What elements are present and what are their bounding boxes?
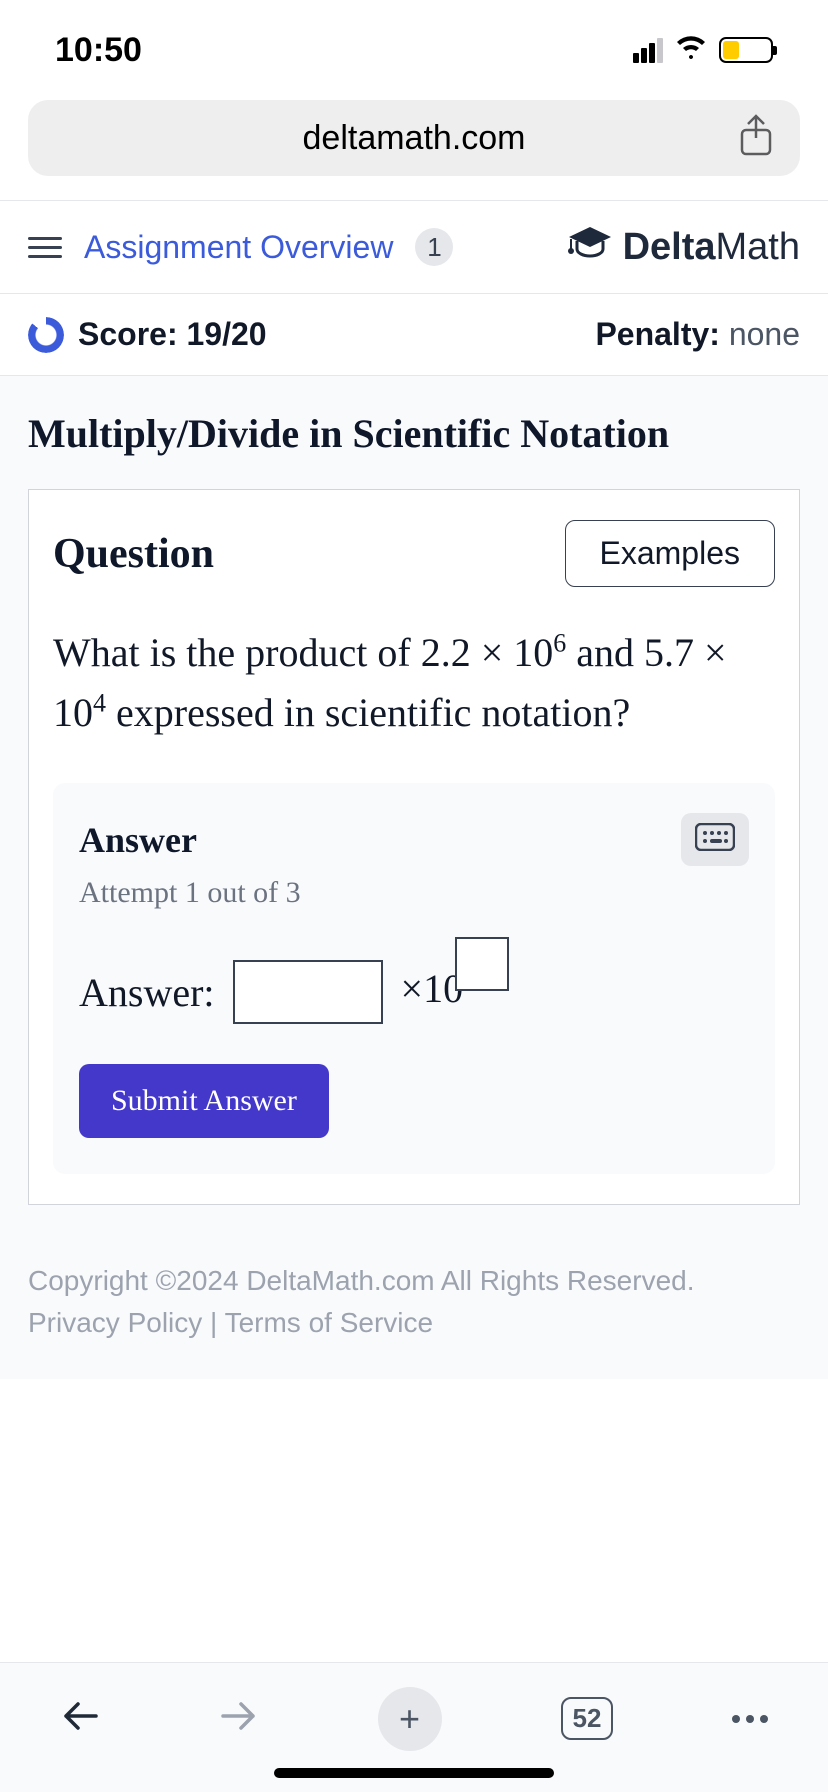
loading-spinner-icon bbox=[28, 317, 64, 353]
answer-label: Answer: bbox=[79, 969, 215, 1016]
back-button[interactable] bbox=[60, 1698, 100, 1739]
q-exp-1: 6 bbox=[553, 629, 566, 658]
coefficient-input[interactable] bbox=[233, 960, 383, 1024]
copyright-text: Copyright ©2024 DeltaMath.com All Rights… bbox=[28, 1265, 800, 1297]
examples-button[interactable]: Examples bbox=[565, 520, 776, 587]
footer: Copyright ©2024 DeltaMath.com All Rights… bbox=[0, 1205, 828, 1379]
exponent-input[interactable] bbox=[455, 937, 509, 991]
answer-box: Answer Attempt 1 out of 3 Answer: ×10 Su… bbox=[53, 783, 775, 1174]
status-bar: 10:50 bbox=[0, 0, 828, 100]
menu-icon[interactable] bbox=[28, 237, 62, 258]
assignment-overview-link[interactable]: Assignment Overview bbox=[84, 229, 393, 266]
logo-math: Math bbox=[716, 226, 800, 268]
keyboard-icon[interactable] bbox=[681, 813, 749, 866]
status-time: 10:50 bbox=[55, 31, 142, 70]
q-and: and bbox=[566, 630, 644, 675]
question-heading: Question bbox=[53, 530, 214, 578]
question-card: Question Examples What is the product of… bbox=[28, 489, 800, 1205]
q-times-1: × bbox=[471, 630, 514, 675]
url-text: deltamath.com bbox=[303, 119, 526, 158]
penalty-text: Penalty: none bbox=[595, 316, 800, 353]
times-ten-label: ×10 bbox=[401, 965, 464, 1012]
graduation-cap-icon bbox=[567, 225, 613, 269]
q-ten-2: 10 bbox=[53, 690, 93, 735]
url-bar[interactable]: deltamath.com bbox=[28, 100, 800, 176]
nav-header: Assignment Overview 1 DeltaMath bbox=[0, 200, 828, 294]
nav-left: Assignment Overview 1 bbox=[28, 228, 453, 266]
q-coef-2: 5.7 bbox=[644, 630, 694, 675]
home-indicator[interactable] bbox=[274, 1768, 554, 1778]
status-right bbox=[633, 33, 773, 67]
q-text-2: expressed in scientific notation? bbox=[106, 690, 630, 735]
new-tab-button[interactable]: + bbox=[378, 1687, 442, 1751]
answer-heading: Answer bbox=[79, 819, 197, 861]
cellular-icon bbox=[633, 38, 663, 63]
q-ten-1: 10 bbox=[513, 630, 553, 675]
q-text-1: What is the product of bbox=[53, 630, 421, 675]
question-body: What is the product of 2.2 × 106 and 5.7… bbox=[53, 623, 775, 743]
score-left: Score: 19/20 bbox=[28, 316, 267, 353]
wifi-icon bbox=[675, 33, 707, 67]
question-header: Question Examples bbox=[53, 520, 775, 587]
tabs-button[interactable]: 52 bbox=[561, 1697, 614, 1740]
deltamath-logo[interactable]: DeltaMath bbox=[567, 225, 800, 269]
q-times-2: × bbox=[694, 630, 727, 675]
submit-answer-button[interactable]: Submit Answer bbox=[79, 1064, 329, 1138]
answer-input-row: Answer: ×10 bbox=[79, 960, 749, 1024]
footer-links[interactable]: Privacy Policy | Terms of Service bbox=[28, 1307, 800, 1339]
more-icon[interactable] bbox=[732, 1715, 768, 1723]
q-exp-2: 4 bbox=[93, 689, 106, 718]
penalty-value: none bbox=[720, 316, 800, 352]
score-row: Score: 19/20 Penalty: none bbox=[0, 294, 828, 376]
content: Multiply/Divide in Scientific Notation Q… bbox=[0, 376, 828, 1205]
battery-icon bbox=[719, 37, 773, 63]
share-icon[interactable] bbox=[738, 114, 774, 163]
notification-badge: 1 bbox=[415, 228, 453, 266]
forward-button[interactable] bbox=[219, 1698, 259, 1739]
attempt-text: Attempt 1 out of 3 bbox=[79, 876, 749, 910]
score-text: Score: 19/20 bbox=[78, 316, 267, 353]
answer-head: Answer bbox=[79, 813, 749, 866]
q-coef-1: 2.2 bbox=[421, 630, 471, 675]
logo-delta: Delta bbox=[623, 226, 716, 268]
page-title: Multiply/Divide in Scientific Notation bbox=[28, 410, 800, 457]
penalty-label: Penalty: bbox=[595, 316, 719, 352]
